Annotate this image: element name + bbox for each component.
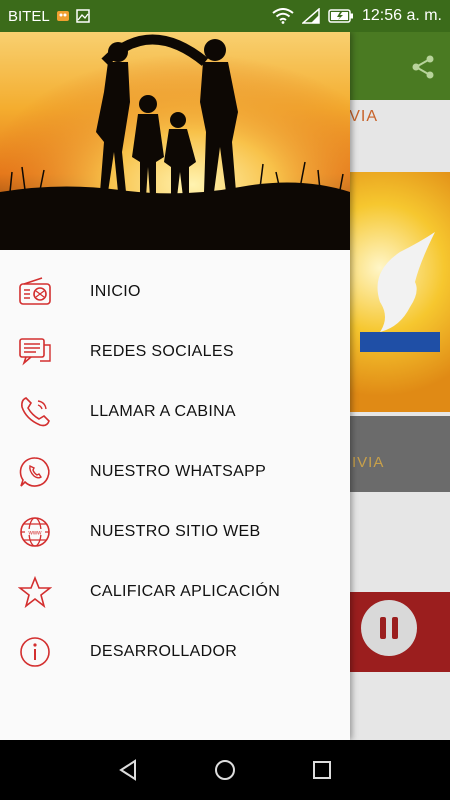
menu-label: CALIFICAR APLICACIÓN <box>90 583 281 600</box>
back-button[interactable] <box>114 756 142 784</box>
signal-icon <box>301 8 320 24</box>
battery-charging-icon <box>328 9 353 23</box>
drawer-menu: INICIO REDES SOCIALES LLAMAR A CABINA NU… <box>0 250 350 682</box>
share-icon[interactable] <box>410 54 436 80</box>
status-time: 12:56 a. m. <box>361 7 442 24</box>
menu-item-llamar-a-cabina[interactable]: LLAMAR A CABINA <box>0 382 350 442</box>
pause-button[interactable] <box>361 600 417 656</box>
menu-item-redes-sociales[interactable]: REDES SOCIALES <box>0 322 350 382</box>
menu-item-nuestro-sitio-web[interactable]: www NUESTRO SITIO WEB <box>0 502 350 562</box>
status-left: BITEL <box>8 8 90 25</box>
recents-icon <box>312 761 331 779</box>
svg-text:www: www <box>28 531 43 537</box>
status-bar: BITEL 12:56 a. m. <box>0 0 450 32</box>
radio-icon <box>19 277 51 305</box>
navigation-drawer: INICIO REDES SOCIALES LLAMAR A CABINA NU… <box>0 32 350 740</box>
menu-label: REDES SOCIALES <box>90 343 234 360</box>
menu-item-inicio[interactable]: INICIO <box>0 262 350 322</box>
menu-label: NUESTRO SITIO WEB <box>90 523 261 540</box>
menu-label: INICIO <box>90 283 141 300</box>
info-icon <box>20 637 50 667</box>
notification-icon <box>56 11 69 21</box>
app-band-text: IVIA <box>352 454 385 471</box>
home-button[interactable] <box>211 756 239 784</box>
pause-icon <box>380 617 386 639</box>
menu-item-calificar-aplicacion[interactable]: CALIFICAR APLICACIÓN <box>0 562 350 622</box>
menu-label: LLAMAR A CABINA <box>90 403 236 420</box>
dove-icon <box>360 232 440 352</box>
phone-icon <box>21 397 50 427</box>
wifi-icon <box>272 8 294 24</box>
menu-item-nuestro-whatsapp[interactable]: NUESTRO WHATSAPP <box>0 442 350 502</box>
family-silhouette-image <box>0 32 350 250</box>
carrier-name: BITEL <box>8 7 50 25</box>
back-icon <box>119 759 137 781</box>
system-nav-bar <box>0 740 450 800</box>
chat-icon <box>19 338 51 366</box>
menu-item-desarrollador[interactable]: DESARROLLADOR <box>0 622 350 682</box>
star-icon <box>18 575 52 609</box>
status-right: 12:56 a. m. <box>272 7 442 25</box>
drawer-header-image <box>0 32 350 250</box>
image-icon <box>75 9 90 23</box>
web-icon: www <box>20 517 50 547</box>
recents-button[interactable] <box>308 756 336 784</box>
home-icon <box>214 760 235 780</box>
menu-label: NUESTRO WHATSAPP <box>90 463 267 480</box>
menu-label: DESARROLLADOR <box>90 643 238 660</box>
whatsapp-icon <box>19 457 50 487</box>
